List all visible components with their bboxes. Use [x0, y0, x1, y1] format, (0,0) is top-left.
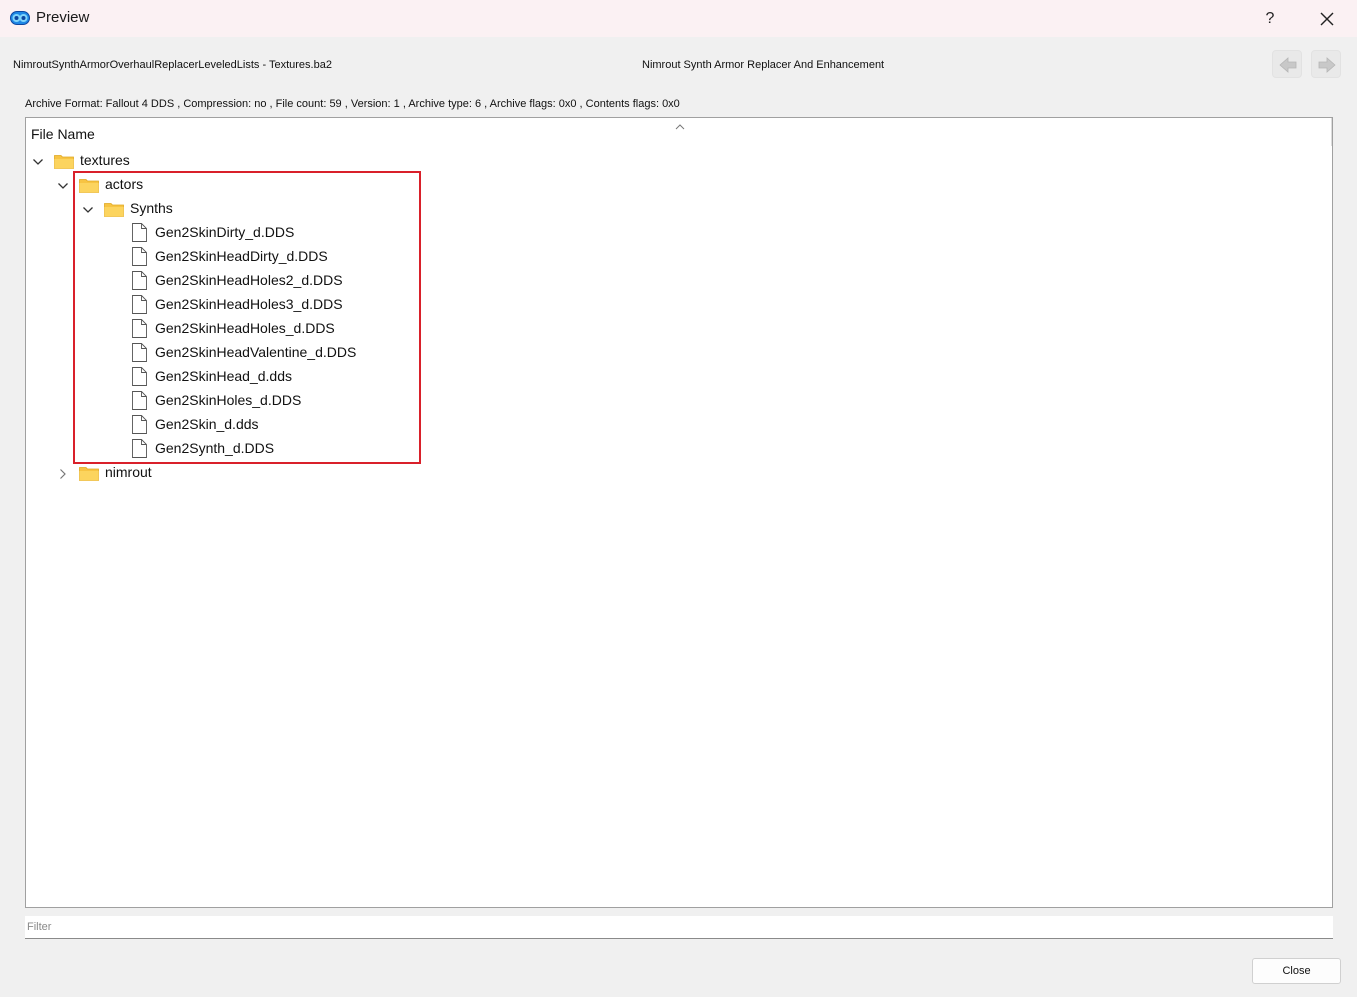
tree-file-row[interactable]: Gen2SkinHoles_d.DDS: [101, 389, 701, 413]
tree-folder-row[interactable]: actors: [51, 173, 651, 197]
file-icon: [131, 391, 147, 413]
file-tree[interactable]: File Name textures actors Synths Gen2SkinDi…: [25, 117, 1333, 908]
column-divider: [1331, 118, 1332, 146]
file-icon: [131, 367, 147, 389]
mod-organizer-icon: [10, 11, 30, 25]
folder-icon: [79, 178, 99, 196]
mod-name: Nimrout Synth Armor Replacer And Enhance…: [642, 59, 885, 71]
arrow-left-icon: [1279, 57, 1297, 73]
title-bar: Preview ?: [0, 0, 1357, 37]
archive-info: Archive Format: Fallout 4 DDS , Compress…: [25, 98, 680, 110]
file-icon: [131, 319, 147, 341]
column-header-file-name[interactable]: File Name: [31, 126, 95, 142]
tree-item-label: Gen2Skin_d.dds: [155, 416, 259, 432]
close-button[interactable]: Close: [1252, 958, 1341, 984]
folder-icon: [54, 154, 74, 172]
chevron-down-icon[interactable]: [57, 179, 69, 191]
sort-indicator-icon: [673, 118, 687, 130]
file-icon: [131, 343, 147, 365]
tree-folder-row[interactable]: textures: [26, 149, 626, 173]
previous-button[interactable]: [1272, 50, 1302, 78]
tree-item-label: Gen2SkinDirty_d.DDS: [155, 224, 295, 240]
tree-item-label: nimrout: [105, 464, 152, 480]
file-icon: [131, 271, 147, 293]
file-icon: [131, 415, 147, 437]
tree-item-label: Gen2SkinHeadHoles3_d.DDS: [155, 296, 343, 312]
chevron-down-icon[interactable]: [82, 203, 94, 215]
tree-item-label: Gen2SkinHead_d.dds: [155, 368, 292, 384]
folder-icon: [79, 466, 99, 484]
tree-file-row[interactable]: Gen2SkinDirty_d.DDS: [101, 221, 701, 245]
file-icon: [131, 247, 147, 269]
file-icon: [131, 223, 147, 245]
tree-file-row[interactable]: Gen2SkinHead_d.dds: [101, 365, 701, 389]
chevron-right-icon[interactable]: [57, 467, 69, 479]
tree-item-label: Gen2SkinHeadHoles_d.DDS: [155, 320, 335, 336]
tree-file-row[interactable]: Gen2Skin_d.dds: [101, 413, 701, 437]
tree-file-row[interactable]: Gen2Synth_d.DDS: [101, 437, 701, 461]
tree-folder-row[interactable]: nimrout: [51, 461, 651, 485]
tree-item-label: actors: [105, 176, 144, 192]
tree-file-row[interactable]: Gen2SkinHeadHoles3_d.DDS: [101, 293, 701, 317]
archive-name: NimroutSynthArmorOverhaulReplacerLeveled…: [13, 59, 332, 71]
arrow-right-icon: [1318, 57, 1336, 73]
tree-item-label: Gen2SkinHeadValentine_d.DDS: [155, 344, 357, 360]
file-icon: [131, 295, 147, 317]
tree-file-row[interactable]: Gen2SkinHeadDirty_d.DDS: [101, 245, 701, 269]
tree-file-row[interactable]: Gen2SkinHeadValentine_d.DDS: [101, 341, 701, 365]
file-icon: [131, 439, 147, 461]
tree-file-row[interactable]: Gen2SkinHeadHoles2_d.DDS: [101, 269, 701, 293]
tree-item-label: Gen2SkinHeadDirty_d.DDS: [155, 248, 328, 264]
next-button[interactable]: [1311, 50, 1341, 78]
filter-input[interactable]: [25, 916, 1333, 939]
tree-item-label: textures: [80, 152, 130, 168]
help-button[interactable]: ?: [1252, 6, 1288, 32]
tree-item-label: Gen2SkinHoles_d.DDS: [155, 392, 302, 408]
folder-icon: [104, 202, 124, 220]
tree-folder-row[interactable]: Synths: [76, 197, 676, 221]
window-title: Preview: [36, 9, 90, 26]
tree-file-row[interactable]: Gen2SkinHeadHoles_d.DDS: [101, 317, 701, 341]
close-icon[interactable]: [1310, 6, 1344, 32]
tree-item-label: Synths: [130, 200, 173, 216]
tree-item-label: Gen2Synth_d.DDS: [155, 440, 275, 456]
chevron-down-icon[interactable]: [32, 155, 44, 167]
tree-item-label: Gen2SkinHeadHoles2_d.DDS: [155, 272, 343, 288]
